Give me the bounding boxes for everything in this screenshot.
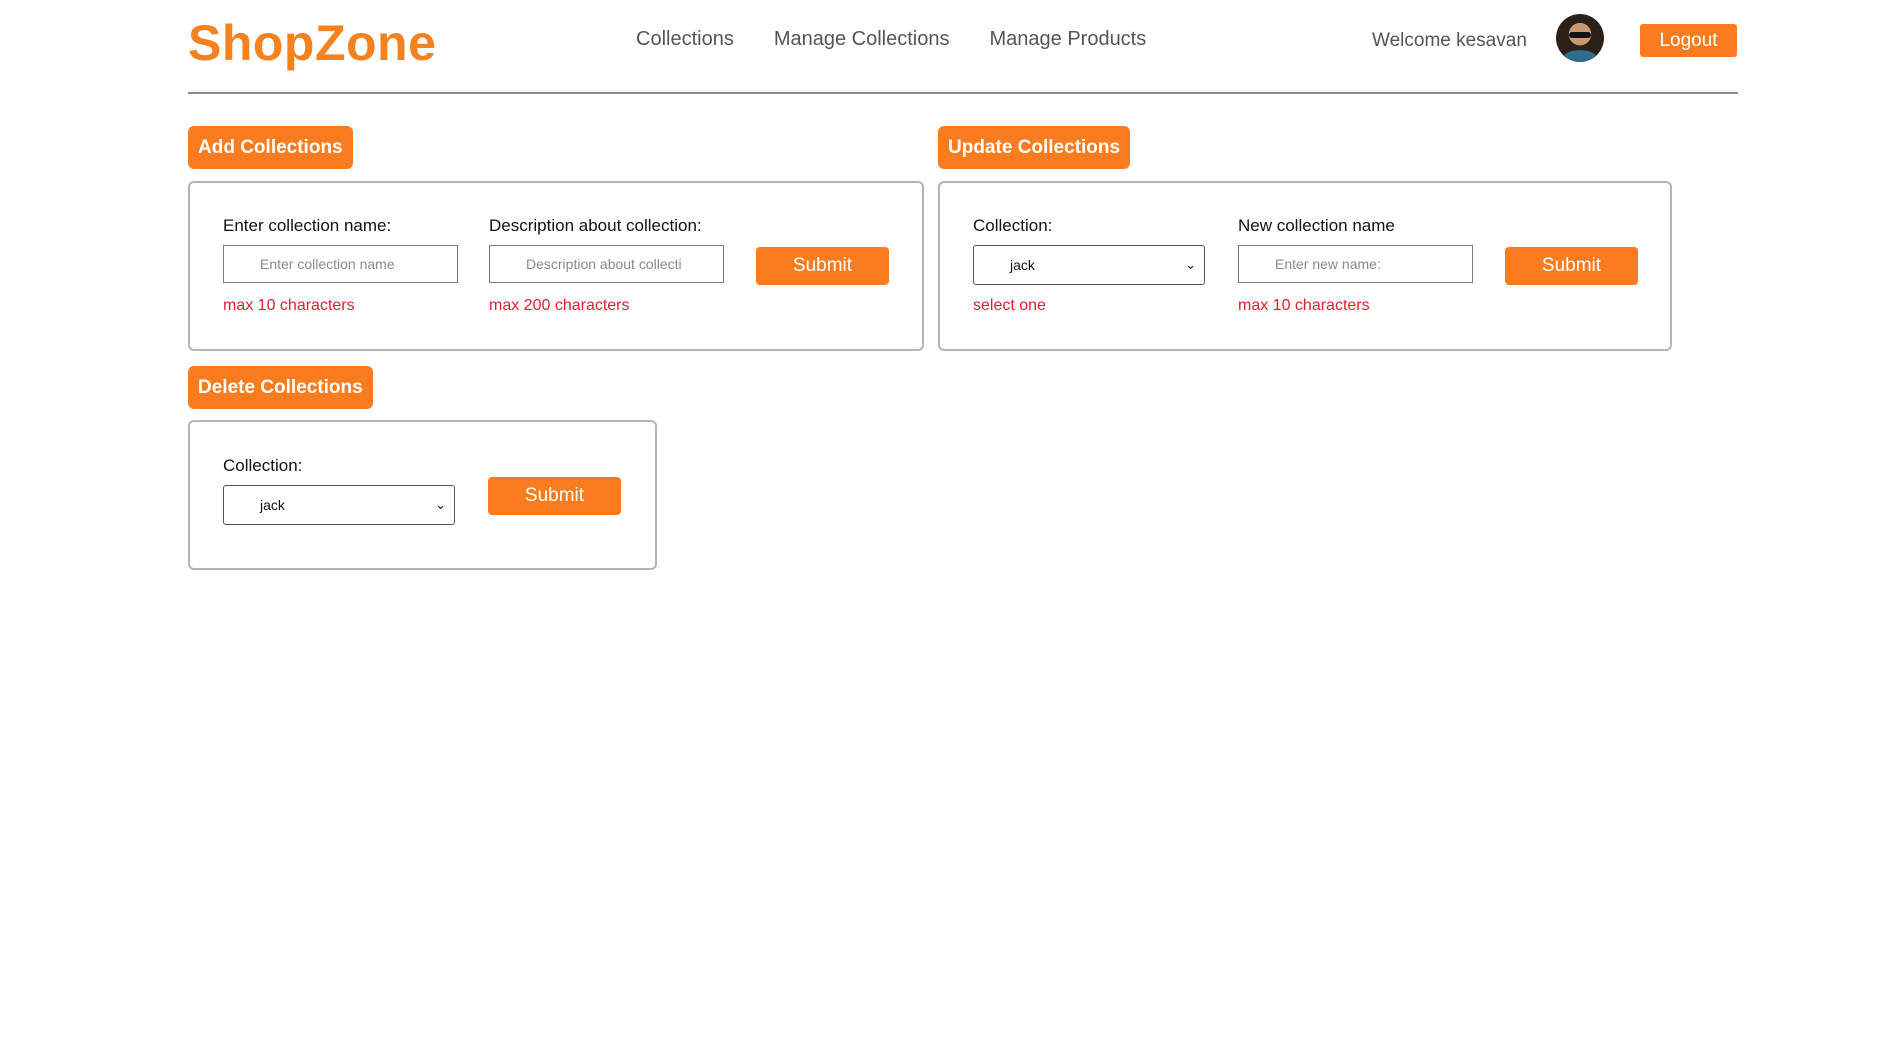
chevron-down-icon: ⌄ bbox=[1185, 257, 1196, 272]
collection-description-hint: max 200 characters bbox=[489, 297, 630, 314]
top-header: ShopZone Collections Manage Collections … bbox=[188, 0, 1738, 94]
delete-collection-selected: jack bbox=[260, 497, 285, 513]
update-collections-heading: Update Collections bbox=[938, 126, 1131, 169]
update-collection-select[interactable]: jack ⌄ bbox=[973, 245, 1205, 285]
delete-collection-label: Collection: bbox=[223, 456, 303, 475]
new-collection-name-hint: max 10 characters bbox=[1238, 297, 1370, 314]
collection-description-label: Description about collection: bbox=[489, 216, 702, 235]
update-collection-hint: select one bbox=[973, 297, 1046, 314]
nav-manage-collections[interactable]: Manage Collections bbox=[774, 28, 950, 51]
avatar-shirt-detail bbox=[1562, 50, 1598, 62]
chevron-down-icon: ⌄ bbox=[435, 497, 446, 512]
collection-name-label: Enter collection name: bbox=[223, 216, 392, 235]
update-submit-button[interactable]: Submit bbox=[1505, 247, 1638, 285]
welcome-text: Welcome kesavan bbox=[1372, 30, 1527, 51]
main-nav: Collections Manage Collections Manage Pr… bbox=[636, 28, 1146, 51]
update-collections-panel: Collection: jack ⌄ select one New collec… bbox=[938, 181, 1672, 351]
add-collections-panel: Enter collection name: max 10 characters… bbox=[188, 181, 924, 351]
delete-collections-heading: Delete Collections bbox=[188, 366, 373, 409]
add-submit-button[interactable]: Submit bbox=[756, 247, 889, 285]
user-avatar[interactable] bbox=[1556, 14, 1604, 62]
delete-collections-panel: Collection: jack ⌄ Submit bbox=[188, 420, 657, 570]
brand-logo[interactable]: ShopZone bbox=[188, 14, 436, 72]
delete-collection-select[interactable]: jack ⌄ bbox=[223, 485, 455, 525]
add-collections-heading: Add Collections bbox=[188, 126, 353, 169]
collection-name-hint: max 10 characters bbox=[223, 297, 355, 314]
new-collection-name-input[interactable] bbox=[1238, 245, 1473, 283]
update-collection-selected: jack bbox=[1010, 257, 1035, 273]
nav-manage-products[interactable]: Manage Products bbox=[989, 28, 1146, 51]
delete-submit-button[interactable]: Submit bbox=[488, 477, 621, 515]
nav-collections[interactable]: Collections bbox=[636, 28, 734, 51]
collection-name-input[interactable] bbox=[223, 245, 458, 283]
collection-description-input[interactable] bbox=[489, 245, 724, 283]
update-collection-label: Collection: bbox=[973, 216, 1053, 235]
avatar-glasses-detail bbox=[1569, 32, 1591, 38]
logout-button[interactable]: Logout bbox=[1640, 24, 1737, 57]
new-collection-name-label: New collection name bbox=[1238, 216, 1395, 235]
